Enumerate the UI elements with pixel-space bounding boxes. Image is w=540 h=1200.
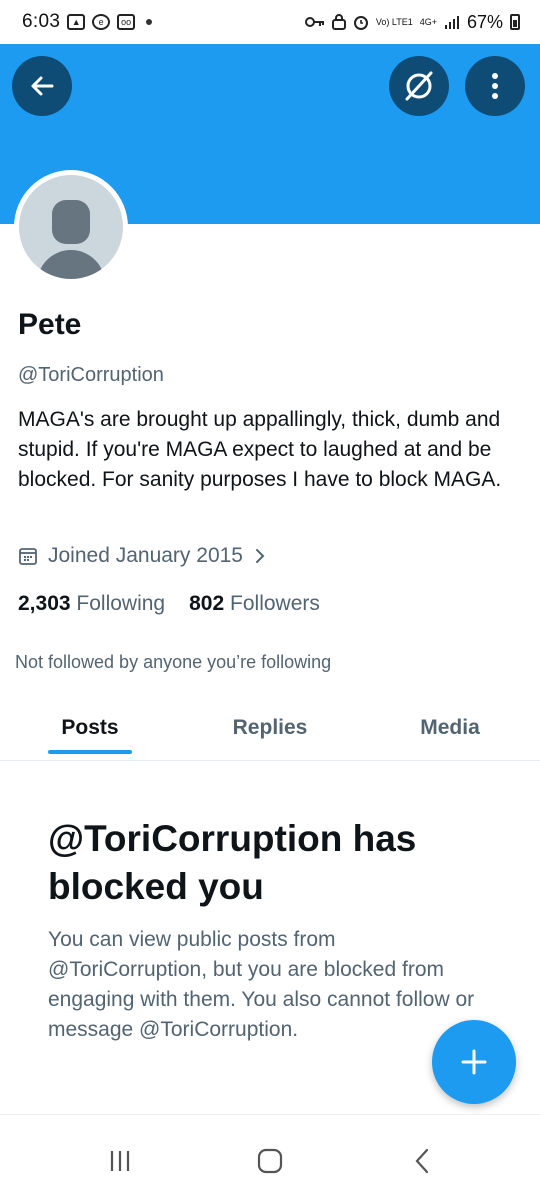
joined-text: Joined January 2015 bbox=[48, 544, 243, 567]
home-icon bbox=[257, 1148, 283, 1174]
grok-button[interactable] bbox=[389, 56, 449, 116]
signal-icon bbox=[444, 16, 459, 29]
followers-label: Followers bbox=[230, 592, 320, 615]
blocked-title: @ToriCorruption has blocked you bbox=[48, 818, 417, 907]
network-label: Vo) LTE1 bbox=[375, 16, 413, 27]
active-tab-indicator bbox=[48, 750, 132, 754]
profile-tabs: Posts Replies Media bbox=[0, 696, 540, 761]
dot-icon bbox=[146, 19, 153, 25]
display-name: Pete bbox=[18, 308, 82, 341]
compose-button[interactable] bbox=[432, 1020, 516, 1104]
network-type: 4G+ bbox=[419, 16, 437, 27]
gallery-icon: ▲ bbox=[67, 14, 86, 30]
profile-screen: 6:03 ▲ e oo Vo) LTE1 4G+ 67% Pete @ToriC… bbox=[0, 0, 540, 1200]
arrow-left-icon bbox=[31, 76, 54, 96]
vpn-key-icon bbox=[304, 17, 324, 27]
avatar-head bbox=[52, 200, 90, 244]
mutual-followers-note: Not followed by anyone you’re following bbox=[15, 652, 332, 672]
calendar-icon bbox=[19, 548, 37, 565]
alarm-icon bbox=[353, 16, 368, 30]
followers-count: 802 bbox=[189, 592, 225, 615]
status-right: Vo) LTE1 4G+ 67% bbox=[304, 11, 520, 33]
recent-apps-button[interactable] bbox=[100, 1141, 140, 1181]
system-nav-bar bbox=[0, 1114, 540, 1200]
status-bar: 6:03 ▲ e oo Vo) LTE1 4G+ 67% bbox=[0, 0, 540, 44]
avatar-body bbox=[37, 250, 105, 279]
follow-stats: 2,303 Following 802 Followers bbox=[18, 592, 320, 616]
voicemail-icon: oo bbox=[117, 14, 136, 30]
followers-link[interactable]: 802 Followers bbox=[189, 592, 320, 616]
blocked-description: You can view public posts from @ToriCorr… bbox=[48, 928, 475, 1041]
tab-replies[interactable]: Replies bbox=[215, 696, 325, 760]
avatar[interactable] bbox=[14, 170, 128, 284]
plus-icon bbox=[461, 1049, 487, 1075]
more-vertical-icon bbox=[492, 73, 498, 99]
more-options-button[interactable] bbox=[465, 56, 525, 116]
following-link[interactable]: 2,303 Following bbox=[18, 592, 165, 616]
status-left: 6:03 ▲ e oo bbox=[22, 11, 153, 33]
battery-percent: 67% bbox=[466, 11, 503, 32]
data-saver-icon: e bbox=[92, 14, 111, 30]
joined-date[interactable]: Joined January 2015 bbox=[18, 544, 267, 568]
back-button[interactable] bbox=[12, 56, 72, 116]
following-label: Following bbox=[76, 592, 166, 615]
home-button[interactable] bbox=[250, 1141, 290, 1181]
battery-icon bbox=[510, 14, 520, 30]
back-icon bbox=[415, 1148, 429, 1174]
recent-apps-icon bbox=[110, 1151, 130, 1171]
user-handle: @ToriCorruption bbox=[18, 364, 164, 386]
following-count: 2,303 bbox=[18, 592, 71, 615]
chevron-right-icon bbox=[255, 549, 265, 563]
slashed-circle-icon bbox=[405, 71, 433, 101]
lock-icon bbox=[331, 14, 346, 30]
default-avatar-icon bbox=[19, 175, 123, 279]
status-time: 6:03 bbox=[22, 11, 61, 32]
tab-media[interactable]: Media bbox=[400, 696, 500, 760]
system-back-button[interactable] bbox=[402, 1141, 442, 1181]
profile-bio: MAGA's are brought up appallingly, thick… bbox=[18, 408, 502, 491]
